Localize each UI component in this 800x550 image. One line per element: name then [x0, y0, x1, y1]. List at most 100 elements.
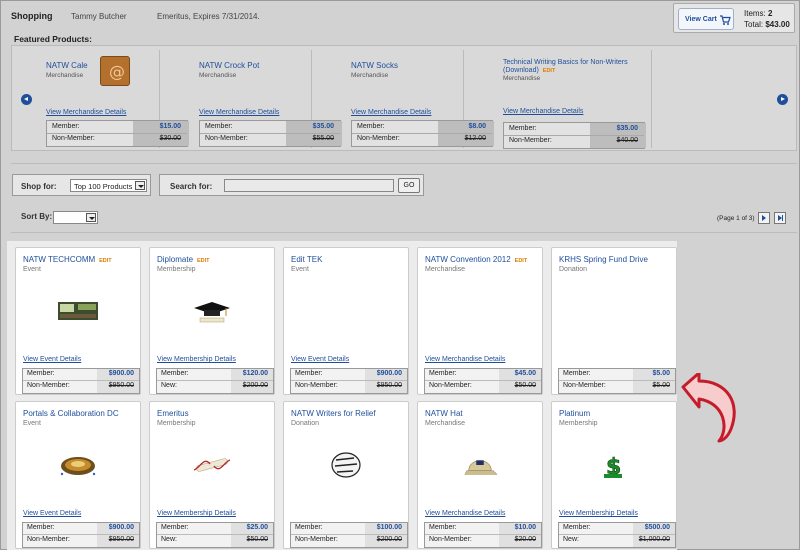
price-box: Member: $900.00 Non-Member: $950.00 — [22, 522, 140, 548]
shop-for-value: Top 100 Products — [74, 182, 133, 191]
product-type: Merchandise — [425, 420, 466, 427]
go-button[interactable]: GO — [398, 178, 420, 193]
product-type: Event — [23, 420, 41, 427]
nonmember-price: $200.00 — [376, 536, 402, 543]
nonmember-label: Non-Member: — [205, 135, 248, 142]
product-type: Donation — [291, 420, 320, 427]
view-details-link[interactable]: View Membership Details — [157, 510, 236, 517]
page-info: (Page 1 of 3) — [717, 215, 755, 222]
shop-for-filter: Shop for: Top 100 Products — [12, 174, 151, 196]
featured-product-type: Merchandise — [503, 75, 541, 82]
search-filter: Search for: GO — [159, 174, 424, 196]
edit-badge[interactable]: EDIT — [543, 68, 556, 74]
curved-arrow-icon — [681, 373, 736, 443]
product-name[interactable]: Platinum — [559, 409, 590, 418]
product-name[interactable]: NATW Writers for Relief — [291, 409, 376, 418]
featured-product-name[interactable]: Technical Writing Basics for Non-Writers… — [503, 59, 633, 75]
nonmember-label: Non-Member: — [429, 536, 472, 543]
featured-carousel: NATW Cale Merchandise View Merchandise D… — [11, 45, 797, 151]
view-details-link[interactable]: View Merchandise Details — [351, 109, 431, 116]
view-details-link[interactable]: View Event Details — [291, 356, 349, 363]
diploma-ribbon-icon — [193, 458, 231, 472]
nonmember-label: Non-Member: — [357, 135, 400, 142]
nonmember-label: New: — [161, 382, 177, 389]
product-name[interactable]: Diplomate EDIT — [157, 255, 210, 264]
view-details-link[interactable]: View Merchandise Details — [503, 108, 583, 115]
nonmember-label: Non-Member: — [509, 137, 552, 144]
page-title: Shopping — [11, 11, 53, 21]
member-label: Member: — [429, 524, 457, 531]
dollar-sign-icon: $ — [604, 455, 622, 480]
member-price: $10.00 — [514, 524, 536, 531]
view-cart-button[interactable]: View Cart — [678, 8, 734, 30]
product-name-text: NATW TECHCOMM — [23, 255, 96, 264]
product-card: Edit TEK Event View Event Details Member… — [283, 247, 409, 395]
nonmember-label: New: — [161, 536, 177, 543]
search-input[interactable] — [224, 179, 394, 192]
product-name[interactable]: NATW Hat — [425, 409, 463, 418]
product-type: Membership — [157, 420, 196, 427]
member-price: $25.00 — [246, 524, 268, 531]
product-card: Emeritus Membership View Membership Deta… — [149, 401, 275, 549]
edit-badge[interactable]: EDIT — [99, 258, 112, 264]
nonmember-label: Non-Member: — [563, 382, 606, 389]
product-name[interactable]: NATW TECHCOMM EDIT — [23, 255, 112, 264]
view-details-link[interactable]: View Event Details — [23, 356, 81, 363]
featured-product-type: Merchandise — [199, 72, 237, 79]
shopping-cart-icon — [720, 15, 731, 25]
product-type: Event — [291, 266, 309, 273]
price-box: Member: $45.00 Non-Member: $50.00 — [424, 368, 542, 394]
product-name[interactable]: Emeritus — [157, 409, 189, 418]
product-card: Diplomate EDIT Membership View Membership… — [149, 247, 275, 395]
member-label: Member: — [161, 524, 189, 531]
chevron-down-icon — [86, 213, 96, 222]
view-details-link[interactable]: View Merchandise Details — [425, 510, 505, 517]
member-label: Member: — [295, 370, 323, 377]
nonmember-label: Non-Member: — [295, 536, 338, 543]
view-details-link[interactable]: View Merchandise Details — [425, 356, 505, 363]
cart-summary: View Cart Items: 2 Total: $43.00 — [673, 3, 795, 33]
shop-for-label: Shop for: — [21, 182, 57, 191]
shop-for-select[interactable]: Top 100 Products — [70, 179, 147, 192]
member-label: Member: — [509, 125, 537, 132]
member-price: $900.00 — [108, 524, 134, 531]
edit-badge[interactable]: EDIT — [515, 258, 528, 264]
nonmember-label: Non-Member: — [27, 382, 70, 389]
member-price: $100.00 — [376, 524, 402, 531]
last-page-button[interactable] — [774, 212, 786, 224]
view-details-link[interactable]: View Membership Details — [157, 356, 236, 363]
section-divider — [11, 232, 797, 233]
product-name[interactable]: NATW Convention 2012 EDIT — [425, 255, 527, 264]
items-label: Items: — [744, 9, 766, 18]
featured-product-name[interactable]: NATW Socks — [351, 61, 398, 70]
product-card: KRHS Spring Fund Drive Donation Member: … — [551, 247, 677, 395]
stadium-icon — [60, 457, 96, 476]
nonmember-price: $950.00 — [376, 382, 402, 389]
price-box: Member: $5.00 Non-Member: $5.00 — [558, 368, 676, 394]
carousel-next-arrow-icon[interactable] — [777, 94, 788, 105]
member-label: Member: — [205, 123, 233, 130]
nonmember-label: Non-Member: — [27, 536, 70, 543]
featured-product-name[interactable]: NATW Crock Pot — [199, 61, 259, 70]
product-name[interactable]: KRHS Spring Fund Drive — [559, 255, 648, 264]
featured-product: NATW Cale Merchandise View Merchandise D… — [12, 50, 189, 148]
view-details-link[interactable]: View Merchandise Details — [199, 109, 279, 116]
nonmember-label: Non-Member: — [52, 135, 95, 142]
product-name[interactable]: Portals & Collaboration DC — [23, 409, 119, 418]
product-name-text: NATW Convention 2012 — [425, 255, 511, 264]
graduation-cap-icon — [194, 302, 230, 323]
next-page-button[interactable] — [758, 212, 770, 224]
view-details-link[interactable]: View Merchandise Details — [46, 109, 126, 116]
edit-badge[interactable]: EDIT — [197, 258, 210, 264]
sort-by-select[interactable] — [53, 211, 98, 224]
featured-product-name[interactable]: NATW Cale — [46, 61, 88, 70]
product-card: Portals & Collaboration DC Event View Ev… — [15, 401, 141, 549]
member-label: Member: — [27, 370, 55, 377]
search-for-label: Search for: — [170, 182, 213, 191]
view-details-link[interactable]: View Event Details — [23, 510, 81, 517]
featured-product-type: Merchandise — [351, 72, 389, 79]
product-grid: NATW TECHCOMM EDIT Event View Event Detai… — [7, 241, 677, 550]
product-name[interactable]: Edit TEK — [291, 255, 322, 264]
featured-product: Technical Writing Basics for Non-Writers… — [468, 50, 652, 149]
view-details-link[interactable]: View Membership Details — [559, 510, 638, 517]
